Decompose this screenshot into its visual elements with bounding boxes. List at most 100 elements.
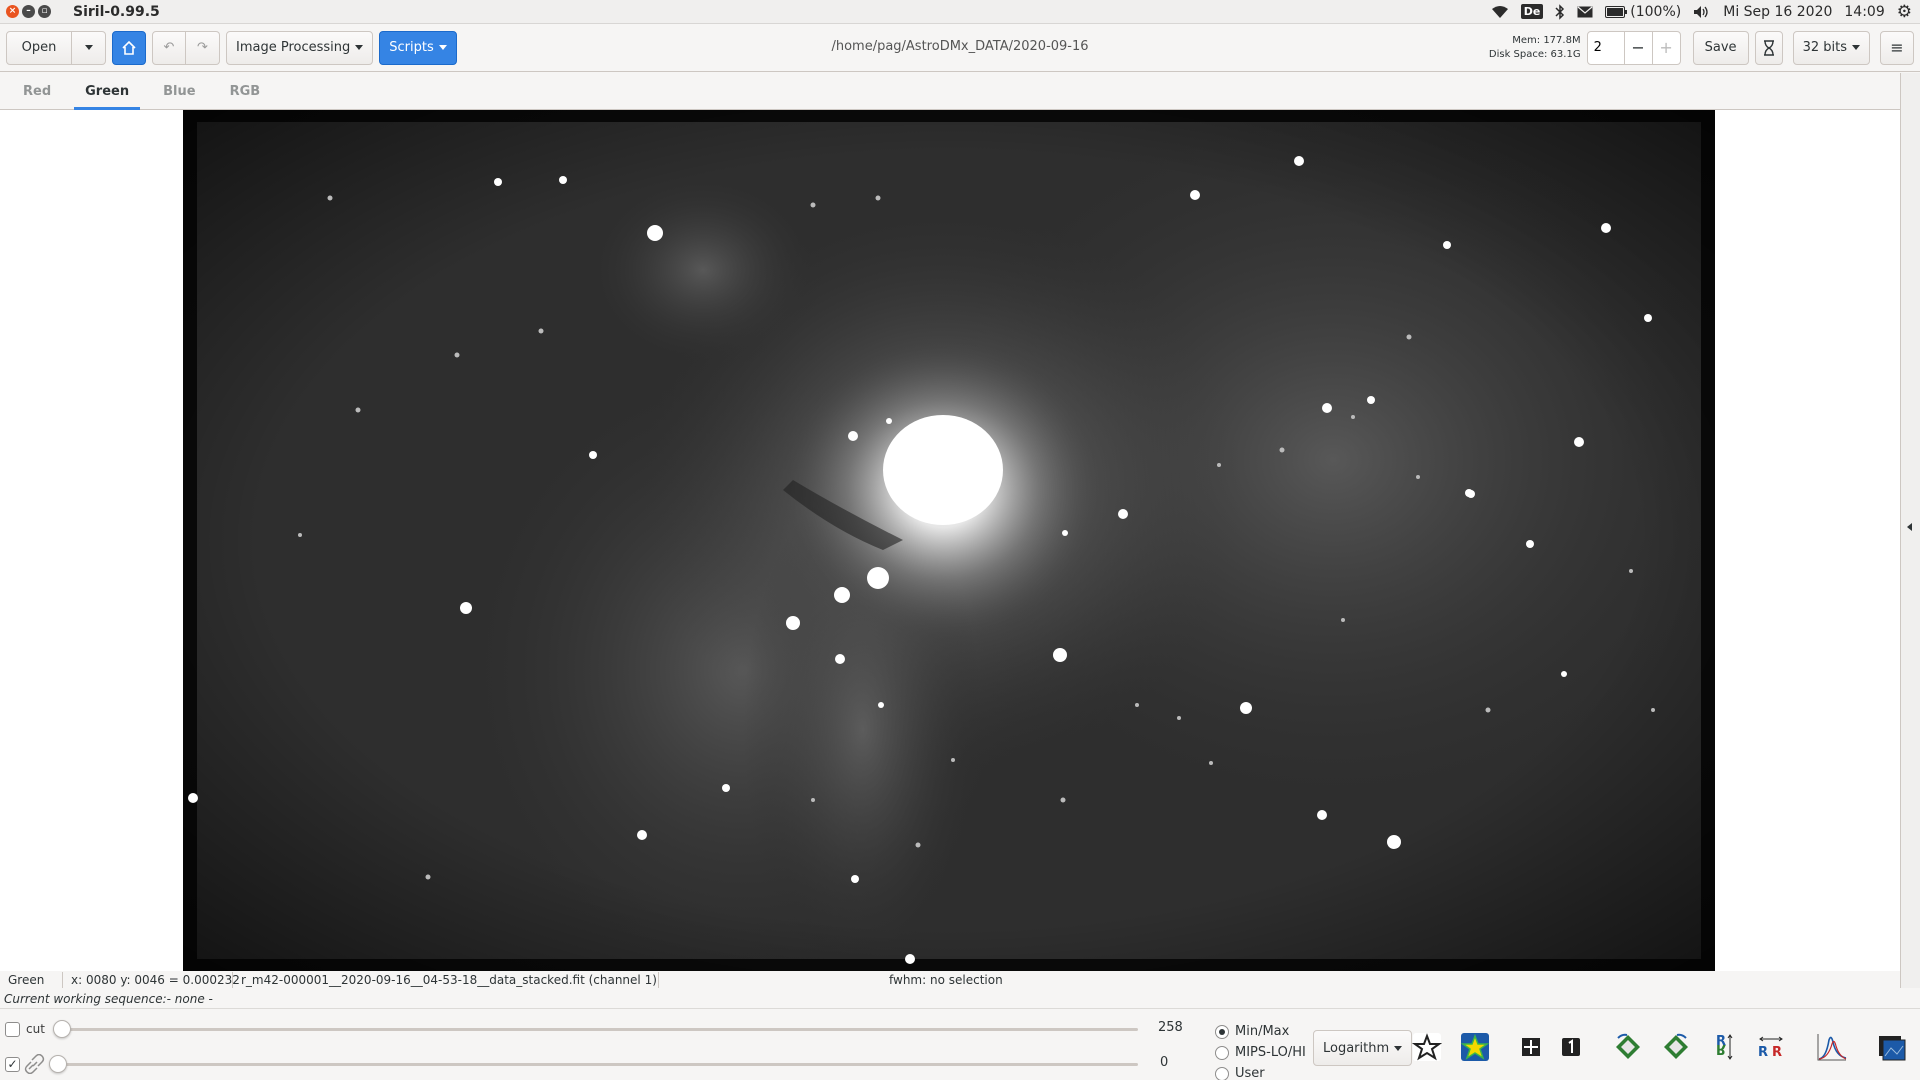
low-value: 0	[1160, 1055, 1169, 1070]
side-panel-toggle[interactable]	[1900, 73, 1920, 988]
tab-red[interactable]: Red	[12, 73, 62, 110]
system-top-bar: × – ▫ Siril-0.99.5 De (100%) Mi Sep 16 2…	[0, 0, 1920, 24]
status-fwhm: fwhm: no selection	[889, 973, 1003, 987]
save-as-button[interactable]	[1754, 30, 1783, 65]
window-title: Siril-0.99.5	[73, 3, 160, 20]
mail-icon[interactable]	[1577, 6, 1593, 18]
nebula-image	[183, 110, 1715, 971]
bluetooth-icon[interactable]	[1555, 3, 1565, 20]
image-canvas-area[interactable]	[0, 110, 1900, 971]
maximize-window-button[interactable]: ▫	[38, 5, 51, 18]
low-slider-track[interactable]	[58, 1063, 1138, 1066]
threshold-radio-group: Min/Max MIPS-LO/HI User	[1215, 1021, 1306, 1080]
undo-icon: ↶	[163, 40, 175, 55]
open-button[interactable]: Open	[6, 30, 72, 65]
high-slider-track[interactable]	[62, 1028, 1138, 1031]
threads-spinner[interactable]: − +	[1586, 30, 1681, 65]
battery-indicator[interactable]: (100%)	[1605, 4, 1681, 20]
keyboard-layout-indicator[interactable]: De	[1520, 4, 1544, 19]
clock-time[interactable]: 14:09	[1844, 4, 1884, 20]
battery-percent: (100%)	[1630, 3, 1682, 20]
colormap-button[interactable]	[1459, 1031, 1491, 1063]
low-slider-row: ✓ 0	[0, 1049, 1200, 1079]
radio-user[interactable]: User	[1215, 1063, 1306, 1080]
radio-minmax[interactable]: Min/Max	[1215, 1021, 1306, 1042]
mirror-y-button[interactable]: RR	[1755, 1031, 1787, 1063]
save-button[interactable]: Save	[1692, 30, 1749, 65]
grid-crosshair-icon	[1522, 1038, 1540, 1056]
main-toolbar: Open ↶ ↷ Image Processing Scripts /home/…	[0, 24, 1920, 72]
bit-depth-label: 32 bits	[1802, 40, 1847, 55]
resource-info: Mem: 177.8M Disk Space: 63.1G	[1489, 34, 1581, 62]
low-slider-knob[interactable]	[49, 1055, 67, 1073]
radio-minmax-label: Min/Max	[1235, 1024, 1290, 1039]
channel-tabs: Red Green Blue RGB	[0, 73, 1900, 110]
radio-button-selected[interactable]	[1215, 1024, 1229, 1039]
threads-input[interactable]	[1587, 32, 1624, 63]
display-controls-panel: cut 258 ✓ 0 Min/Max MIPS-LO/HI User Loga…	[0, 1008, 1920, 1080]
radio-button[interactable]	[1215, 1045, 1229, 1060]
radio-mips[interactable]: MIPS-LO/HI	[1215, 1042, 1306, 1063]
radio-button[interactable]	[1215, 1066, 1229, 1080]
redo-icon: ↷	[197, 40, 208, 55]
rotate-left-icon	[1616, 1033, 1640, 1059]
chevron-down-icon	[355, 45, 364, 50]
svg-text:R: R	[1716, 1041, 1726, 1056]
hamburger-menu-icon: ≡	[1890, 38, 1904, 57]
crosshair-button[interactable]	[1515, 1031, 1547, 1063]
radio-mips-label: MIPS-LO/HI	[1235, 1045, 1306, 1060]
bit-depth-dropdown[interactable]: 32 bits	[1792, 30, 1870, 65]
image-processing-menu-button[interactable]: Image Processing	[226, 30, 374, 65]
histogram-button[interactable]	[1816, 1031, 1848, 1063]
scale-mode-dropdown[interactable]: Logarithm	[1313, 1030, 1413, 1066]
wifi-icon[interactable]	[1491, 5, 1509, 19]
zoom-one-button[interactable]	[1555, 1031, 1587, 1063]
scripts-menu-button[interactable]: Scripts	[379, 30, 457, 65]
window-controls: × – ▫	[6, 5, 51, 18]
cut-label: cut	[26, 1022, 45, 1036]
undo-button[interactable]: ↶	[152, 30, 186, 65]
svg-text:R: R	[1772, 1045, 1782, 1060]
color-star-icon	[1460, 1033, 1490, 1061]
astro-image-view[interactable]	[183, 110, 1715, 971]
increment-button[interactable]: +	[1651, 31, 1680, 64]
settings-gear-icon[interactable]: ⚙	[1897, 2, 1912, 22]
volume-icon[interactable]	[1693, 5, 1711, 19]
link-sliders-checkbox[interactable]: ✓	[5, 1056, 20, 1072]
tab-rgb[interactable]: RGB	[219, 73, 272, 110]
image-processing-label: Image Processing	[236, 40, 351, 55]
close-window-button[interactable]: ×	[6, 5, 19, 18]
chevron-down-icon	[438, 45, 447, 50]
main-menu-button[interactable]: ≡	[1880, 30, 1914, 65]
high-value: 258	[1158, 1020, 1183, 1035]
system-tray: De (100%) Mi Sep 16 2020 14:09 ⚙	[1491, 2, 1912, 22]
radio-user-label: User	[1235, 1066, 1265, 1080]
tab-green[interactable]: Green	[74, 73, 141, 110]
open-button-group: Open	[6, 30, 106, 65]
link-icon	[24, 1054, 45, 1074]
toolbar-right-group: Mem: 177.8M Disk Space: 63.1G − + Save 3…	[1489, 30, 1914, 65]
redo-button[interactable]: ↷	[186, 30, 220, 65]
recent-files-dropdown-button[interactable]	[72, 30, 106, 65]
memory-usage: Mem: 177.8M	[1512, 34, 1581, 46]
tab-blue[interactable]: Blue	[152, 73, 206, 110]
rotate-right-button[interactable]	[1660, 1031, 1692, 1063]
undo-redo-group: ↶ ↷	[152, 30, 220, 65]
clock-date[interactable]: Mi Sep 16 2020	[1723, 4, 1832, 20]
decrement-button[interactable]: −	[1623, 31, 1652, 64]
zoom-1-icon	[1562, 1038, 1580, 1056]
image-info-button[interactable]	[1876, 1031, 1908, 1063]
home-directory-button[interactable]	[112, 30, 146, 65]
mirror-x-button[interactable]: RR	[1707, 1031, 1739, 1063]
high-slider-knob[interactable]	[53, 1020, 71, 1038]
hourglass-icon	[1763, 39, 1774, 56]
minimize-window-button[interactable]: –	[22, 5, 35, 18]
flip-horizontal-icon: RR	[1758, 1036, 1783, 1060]
cut-checkbox[interactable]	[5, 1021, 20, 1037]
rotate-left-button[interactable]	[1612, 1031, 1644, 1063]
disk-space: Disk Space: 63.1G	[1488, 48, 1581, 60]
status-bar: Green x: 0080 y: 0046 = 0.000232 r_m42-0…	[0, 971, 1900, 989]
current-sequence-label: Current working sequence:- none -	[4, 992, 213, 1006]
negative-view-button[interactable]	[1411, 1031, 1443, 1063]
status-filename: r_m42-000001__2020-09-16__04-53-18__data…	[233, 972, 659, 988]
